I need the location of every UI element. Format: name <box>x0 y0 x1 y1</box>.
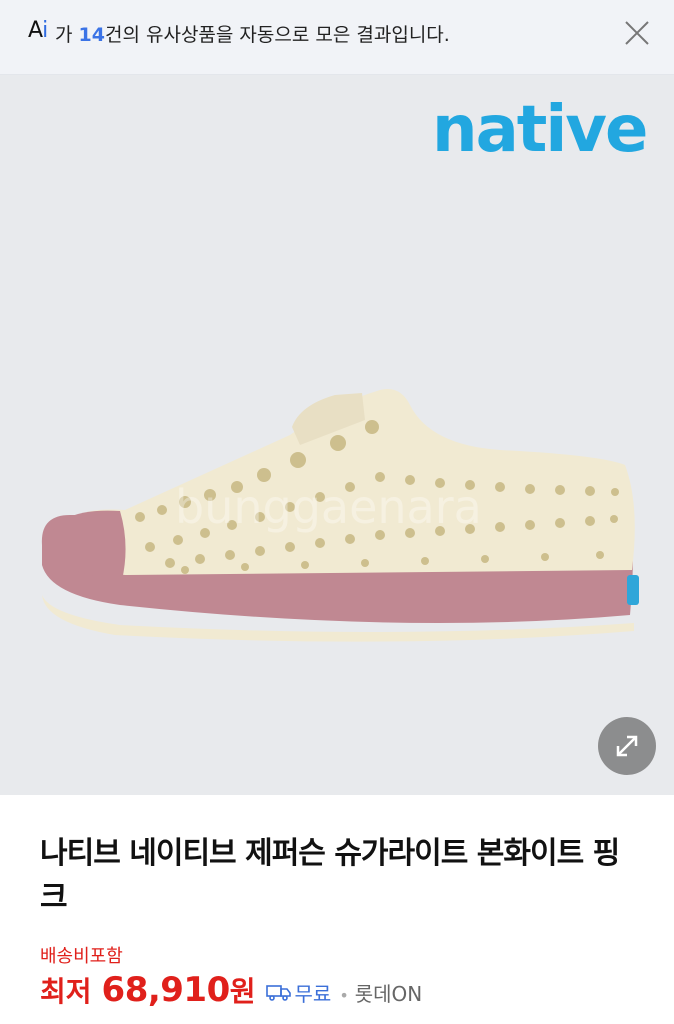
close-icon <box>625 21 649 45</box>
currency-label: 원 <box>229 975 256 1008</box>
product-image[interactable]: native bunggaenara <box>0 75 674 795</box>
ai-logo: Ai <box>28 18 48 43</box>
notice-prefix: 가 <box>55 24 79 46</box>
seller-name[interactable]: 롯데ON <box>355 978 423 1007</box>
expand-image-button[interactable] <box>598 717 656 775</box>
truck-icon <box>265 985 291 1001</box>
notice-text: 가 14건의 유사상품을 자동으로 모은 결과입니다. <box>55 20 450 47</box>
notice-suffix: 건의 유사상품을 자동으로 모은 결과입니다. <box>104 24 450 46</box>
product-info: 나티브 네이티브 제퍼슨 슈가라이트 본화이트 핑크 배송비포함 최저 68,9… <box>0 796 674 1024</box>
lowest-price-label: 최저 <box>40 975 92 1008</box>
price-row: 최저 68,910 원 무료 • 롯데ON <box>40 970 422 1014</box>
close-button[interactable] <box>622 18 652 48</box>
delivery-fee: 무료 <box>294 982 332 1006</box>
ai-notice-banner: Ai 가 14건의 유사상품을 자동으로 모은 결과입니다. <box>0 0 674 75</box>
price-value: 68,910 <box>101 970 231 1010</box>
shipping-note: 배송비포함 <box>40 946 123 967</box>
shoe-illustration <box>41 389 639 642</box>
watermark: bunggaenara <box>175 480 482 534</box>
similar-count: 14 <box>78 24 105 46</box>
expand-icon <box>616 735 638 757</box>
product-title[interactable]: 나티브 네이티브 제퍼슨 슈가라이트 본화이트 핑크 <box>40 832 640 920</box>
separator-dot: • <box>339 986 349 1005</box>
